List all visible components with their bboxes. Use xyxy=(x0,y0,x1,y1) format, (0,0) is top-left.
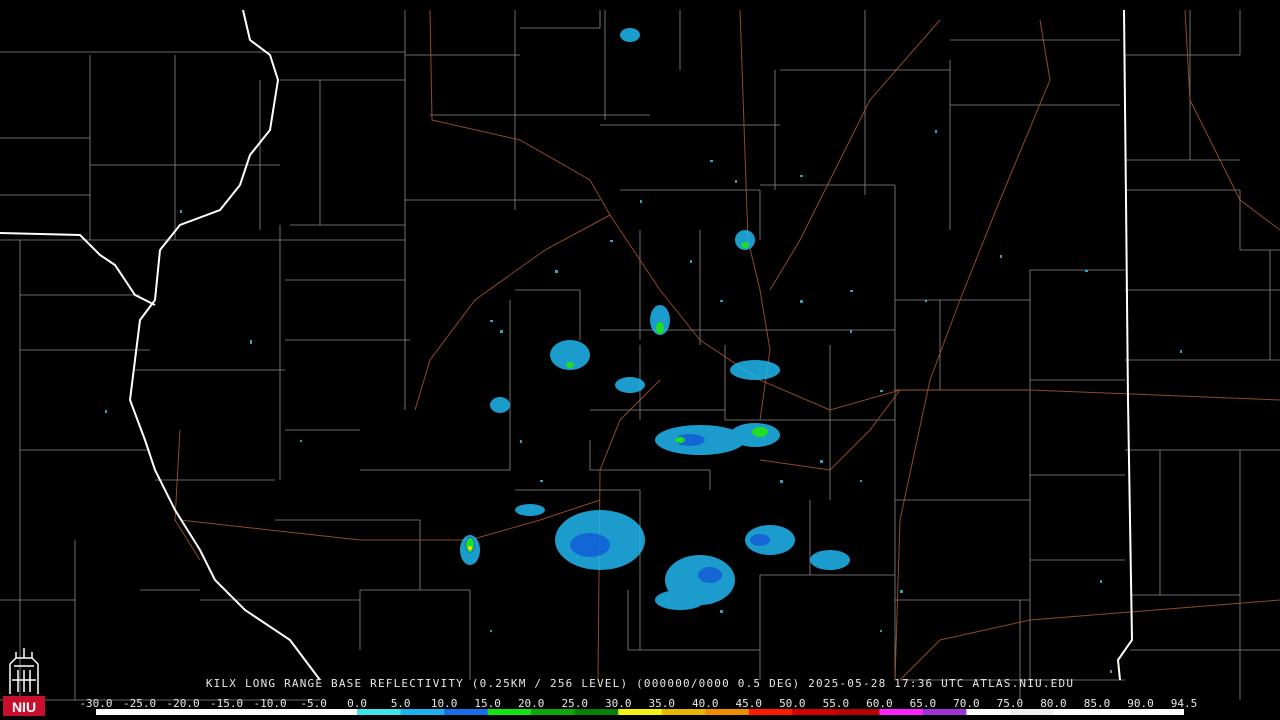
radar-map xyxy=(0,9,1280,701)
colorbar-segment xyxy=(661,709,706,715)
colorbar-segment xyxy=(574,709,619,715)
colorbar-segment xyxy=(1096,709,1141,715)
colorbar-labels: -30.0 -25.0 -20.0 -15.0 -10.0 -5.0 0.0 5.0 10.0 1… xyxy=(0,697,1280,710)
colorbar-segment xyxy=(313,709,358,715)
colorbar-segment xyxy=(270,709,315,715)
colorbar-segment xyxy=(1140,709,1184,715)
product-title: KILX LONG RANGE BASE REFLECTIVITY (0.25K… xyxy=(205,677,1075,690)
colorbar-segment xyxy=(400,709,445,715)
colorbar-segment xyxy=(792,709,837,715)
colorbar-segment xyxy=(835,709,880,715)
reflectivity-colorbar xyxy=(96,709,1184,715)
colorbar-segment xyxy=(618,709,663,715)
colorbar-segment xyxy=(96,709,141,715)
colorbar-segment xyxy=(705,709,750,715)
niu-logo: NIU xyxy=(3,648,45,716)
colorbar-segment xyxy=(531,709,576,715)
colorbar-segment xyxy=(922,709,967,715)
tower-icon xyxy=(9,648,39,694)
colorbar-segment xyxy=(226,709,271,715)
colorbar-segment xyxy=(357,709,402,715)
colorbar-segment xyxy=(1009,709,1054,715)
colorbar-segment xyxy=(487,709,532,715)
colorbar-segment xyxy=(748,709,793,715)
county-lines xyxy=(0,10,1280,701)
colorbar-segment xyxy=(183,709,228,715)
logo-text: NIU xyxy=(12,699,36,715)
colorbar-segment xyxy=(879,709,924,715)
colorbar-segment xyxy=(1053,709,1098,715)
colorbar-segment xyxy=(444,709,489,715)
colorbar-segment xyxy=(966,709,1011,715)
colorbar-segment xyxy=(139,709,184,715)
